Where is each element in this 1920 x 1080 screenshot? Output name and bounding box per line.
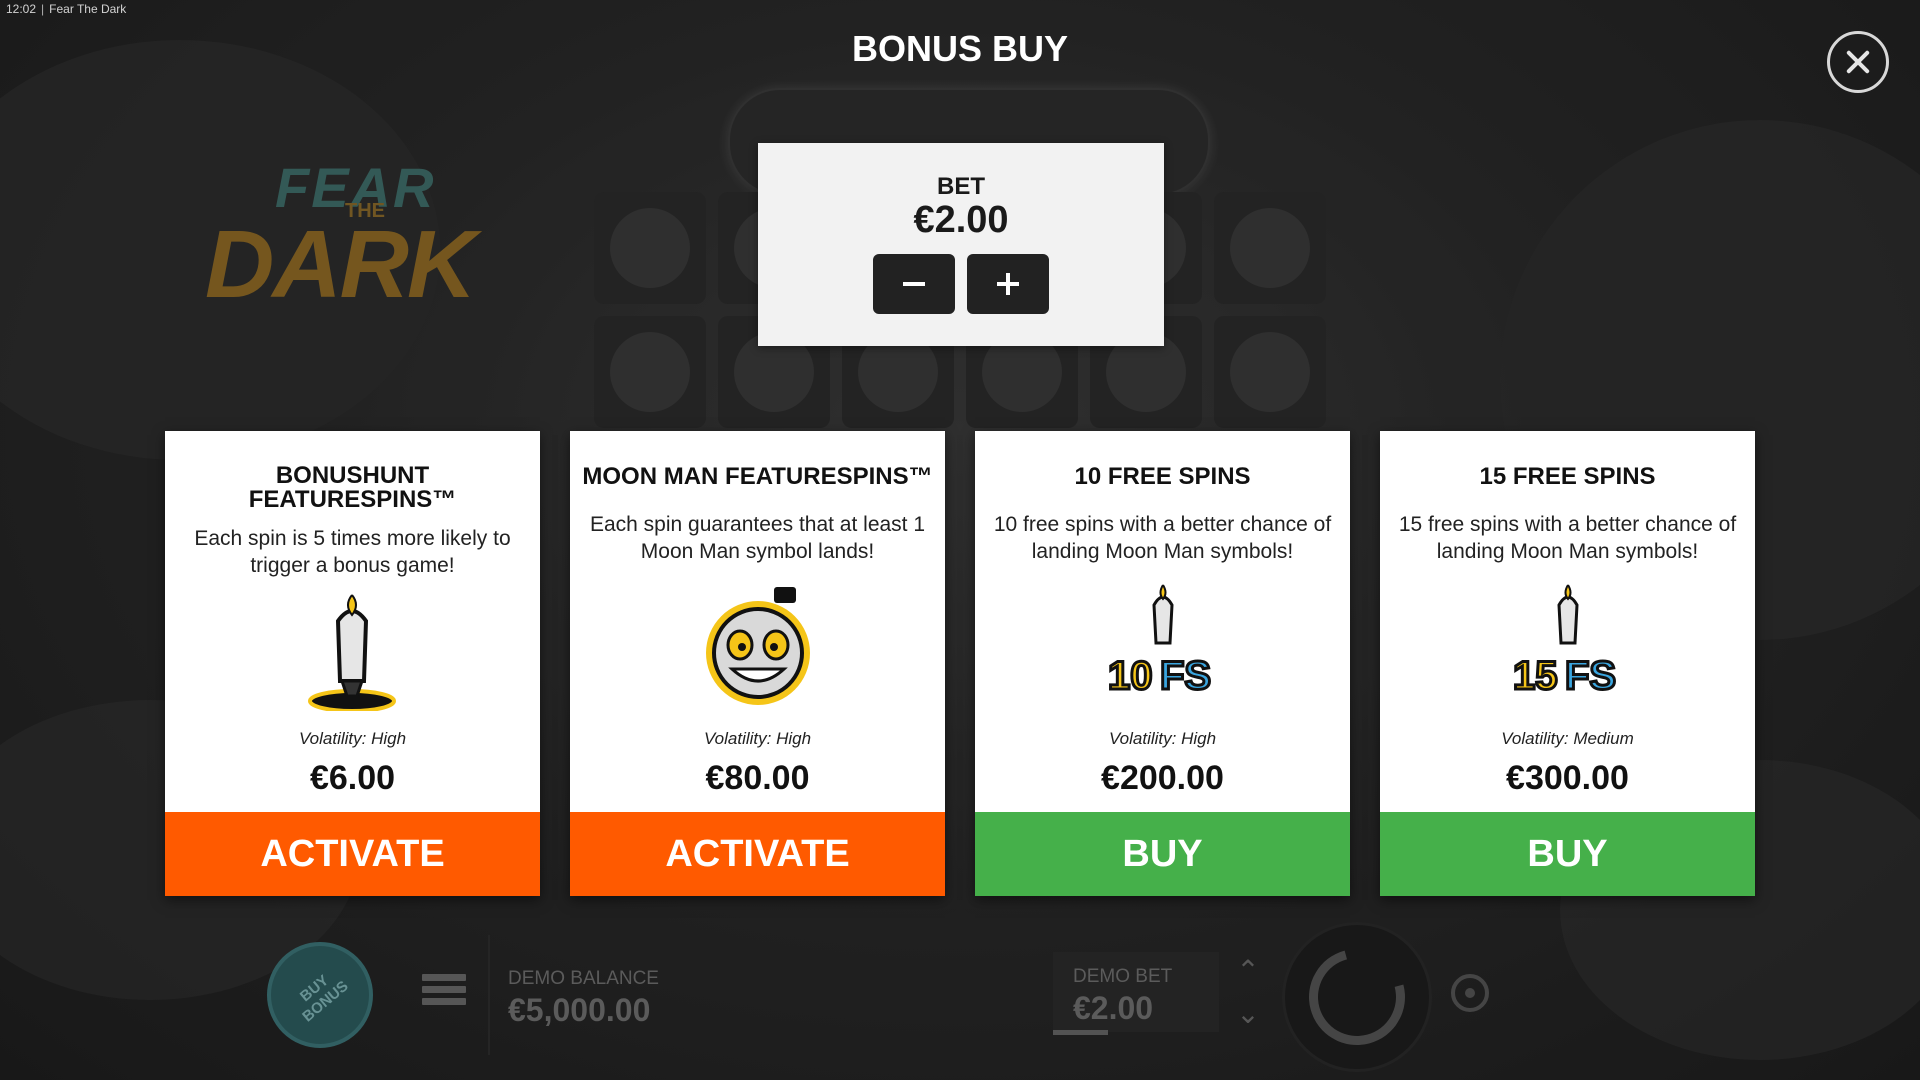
activate-button[interactable]: ACTIVATE — [165, 812, 540, 896]
bet-label: BET — [937, 173, 985, 200]
card-price: €6.00 — [309, 759, 396, 797]
bonus-card-10-free-spins: 10 FREE SPINS 10 free spins with a bette… — [975, 431, 1350, 896]
activate-button[interactable]: ACTIVATE — [570, 812, 945, 896]
buy-button[interactable]: BUY — [975, 812, 1350, 896]
card-price: €200.00 — [1101, 759, 1224, 797]
buy-button[interactable]: BUY — [1380, 812, 1755, 896]
card-volatility: Volatility: High — [1108, 729, 1217, 748]
page-title: BONUS BUY — [851, 28, 1069, 69]
bonus-card-15-free-spins: 15 FREE SPINS 15 free spins with a bette… — [1380, 431, 1755, 896]
svg-text:FS: FS — [1160, 654, 1211, 698]
card-title: BONUSHUNT FEATURESPINS™ — [248, 462, 457, 513]
card-title: 10 FREE SPINS — [1074, 463, 1251, 490]
card-description: Each spin is 5 times more likely to trig… — [194, 527, 511, 577]
close-button[interactable] — [1827, 31, 1889, 93]
card-volatility: Volatility: High — [298, 729, 407, 748]
10-fs-icon: 10 FS — [1107, 584, 1213, 700]
card-price: €300.00 — [1506, 759, 1629, 797]
svg-text:10: 10 — [1108, 654, 1153, 698]
bet-panel: BET €2.00 — [758, 143, 1164, 346]
svg-text:FS: FS — [1565, 654, 1616, 698]
card-description: 10 free spins with a better chance of la… — [993, 513, 1332, 563]
candle-icon — [308, 594, 396, 711]
moon-man-icon — [706, 587, 810, 705]
card-description: 15 free spins with a better chance of la… — [1398, 513, 1737, 563]
card-description: Each spin guarantees that at least 1 Moo… — [589, 513, 926, 563]
bet-value: €2.00 — [913, 199, 1009, 241]
bonus-card-bonushunt: BONUSHUNT FEATURESPINS™ Each spin is 5 t… — [165, 431, 540, 896]
svg-text:15: 15 — [1513, 654, 1558, 698]
card-title: 15 FREE SPINS — [1479, 463, 1656, 490]
bet-increase-button[interactable] — [967, 254, 1049, 314]
card-volatility: Volatility: High — [703, 729, 812, 748]
15-fs-icon: 15 FS — [1512, 584, 1618, 700]
card-title: MOON MAN FEATURESPINS™ — [582, 463, 933, 490]
card-volatility: Volatility: Medium — [1501, 729, 1634, 748]
bonus-card-moon-man: MOON MAN FEATURESPINS™ Each spin guarant… — [570, 431, 945, 896]
bet-decrease-button[interactable] — [873, 254, 955, 314]
card-price: €80.00 — [705, 759, 810, 797]
